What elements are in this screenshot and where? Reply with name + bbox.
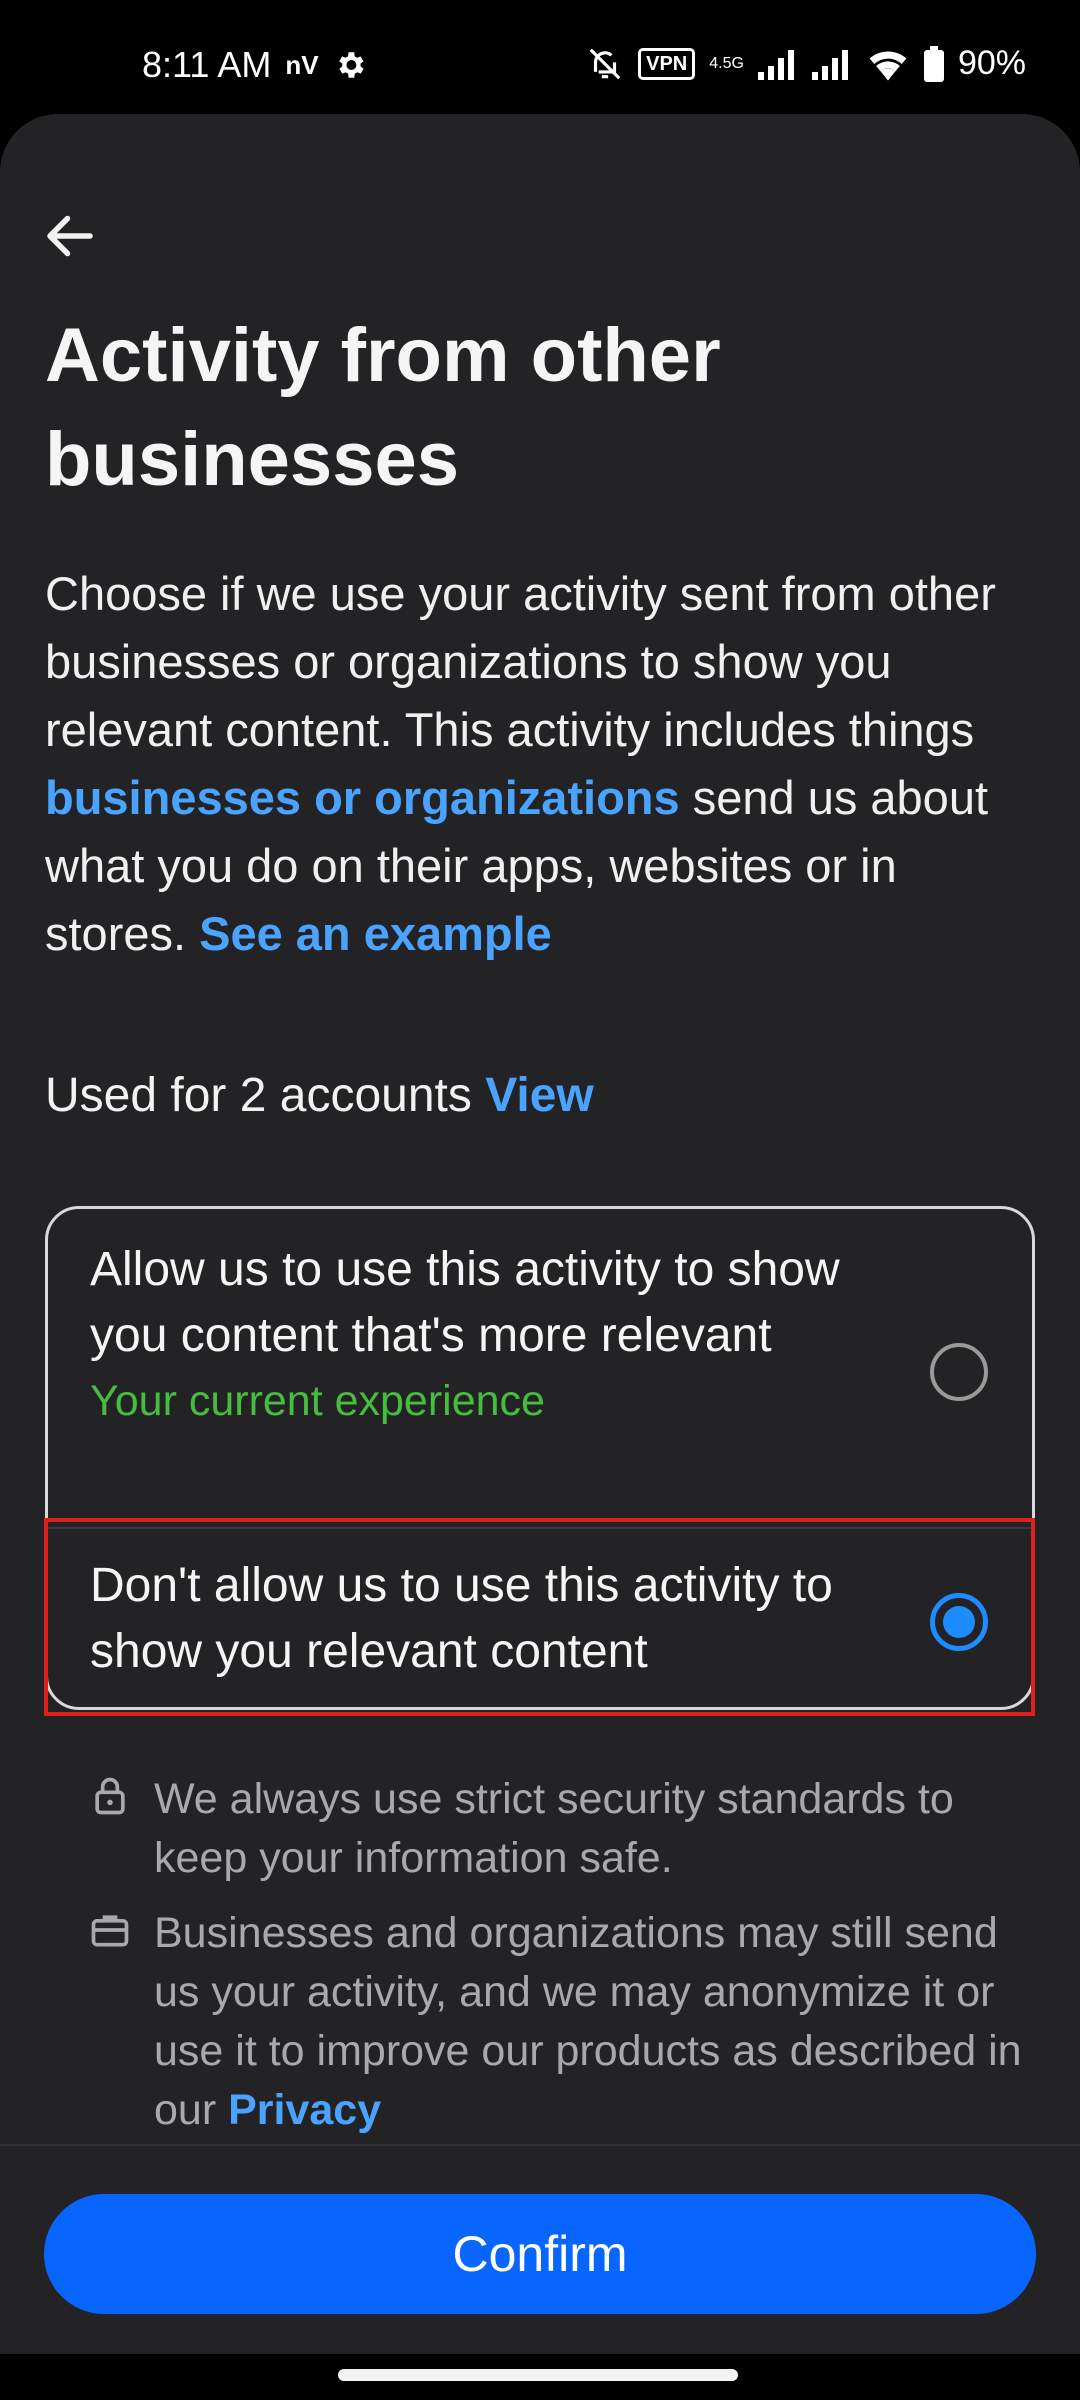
- briefcase-icon: [88, 1908, 132, 1952]
- info-security-text: We always use strict security standards …: [154, 1775, 954, 1882]
- signal-icon: [757, 48, 798, 80]
- current-experience-label: Your current experience: [90, 1377, 545, 1425]
- view-accounts-link[interactable]: View: [485, 1069, 594, 1122]
- businesses-link[interactable]: businesses or organizations: [45, 771, 680, 824]
- description-part-1: Choose if we use your activity sent from…: [45, 567, 996, 756]
- accounts-text: Used for 2 accounts: [45, 1069, 486, 1122]
- footer: Confirm: [0, 2144, 1080, 2354]
- vpn-badge: VPN: [638, 47, 696, 80]
- description-text: Choose if we use your activity sent from…: [45, 560, 1045, 968]
- option-allow-label: Allow us to use this activity to show yo…: [90, 1243, 840, 1362]
- status-bar: 8:11 AM nV VPN 4.5G 90%: [0, 0, 1080, 120]
- clock: 8:11 AM: [142, 44, 272, 85]
- gear-icon: [333, 48, 367, 82]
- battery-icon: [923, 45, 944, 82]
- info-businesses-text: Businesses and organizations may still s…: [154, 1904, 1054, 2140]
- page-title: Activity from other businesses: [45, 313, 721, 502]
- option-deny-label: Don't allow us to use this activity to s…: [90, 1559, 833, 1678]
- option-deny[interactable]: Don't allow us to use this activity to s…: [48, 1527, 1032, 1713]
- wifi-icon: [866, 47, 910, 81]
- back-button[interactable]: [40, 206, 100, 266]
- radio-deny[interactable]: [930, 1593, 988, 1651]
- privacy-link[interactable]: Privacy: [228, 2086, 381, 2134]
- battery-percent: 90%: [957, 44, 1026, 82]
- options-card: Allow us to use this activity to show yo…: [45, 1206, 1035, 1710]
- confirm-button[interactable]: Confirm: [44, 2194, 1036, 2314]
- home-indicator[interactable]: [338, 2369, 738, 2381]
- signal-icon-2: [811, 48, 852, 80]
- status-left: 8:11 AM nV: [142, 44, 367, 86]
- see-example-link[interactable]: See an example: [199, 907, 552, 960]
- radio-allow[interactable]: [930, 1343, 988, 1401]
- accounts-info: Used for 2 accounts View: [45, 1064, 594, 1128]
- option-allow[interactable]: Allow us to use this activity to show yo…: [48, 1209, 1032, 1527]
- bell-muted-icon: [586, 45, 624, 83]
- arrow-left-icon: [47, 215, 93, 257]
- option-allow-text: Allow us to use this activity to show yo…: [90, 1237, 890, 1433]
- carrier-mark: nV: [285, 49, 319, 80]
- info-businesses: Businesses and organizations may still s…: [88, 1904, 1028, 2154]
- lock-icon: [88, 1774, 132, 1818]
- info-security: We always use strict security standards …: [88, 1770, 1028, 1890]
- network-type: 4.5G: [709, 54, 744, 72]
- status-right: VPN 4.5G 90%: [586, 44, 1026, 83]
